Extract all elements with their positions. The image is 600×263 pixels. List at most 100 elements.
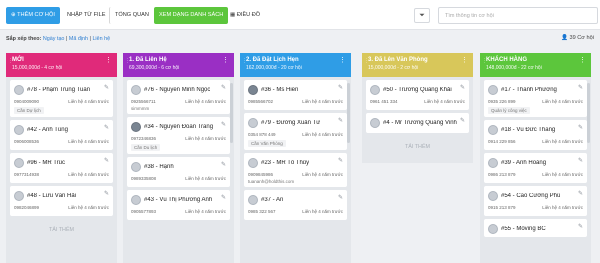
edit-icon[interactable]: ✎ bbox=[104, 157, 109, 164]
card-note: simmmm bbox=[131, 106, 150, 111]
card-phone: 0989335808 bbox=[131, 176, 157, 181]
edit-icon[interactable]: ✎ bbox=[578, 190, 583, 197]
column-menu-icon[interactable]: ⋮ bbox=[105, 57, 112, 64]
edit-icon[interactable]: ✎ bbox=[221, 121, 226, 128]
edit-icon[interactable]: ✎ bbox=[578, 223, 583, 230]
card-phone: 0354 878 449 bbox=[248, 132, 276, 137]
opportunity-card[interactable]: #48 - Lưu Văn Hải ✎ 0982046899 Liên hệ 4 … bbox=[10, 186, 113, 216]
edit-icon[interactable]: ✎ bbox=[460, 117, 465, 124]
card-status: Liên hệ 4 năm trước bbox=[542, 99, 583, 104]
opportunity-card[interactable]: #23 - MR Tô Thủy ✎ 0909845986 Liên hệ 4 n… bbox=[244, 153, 347, 187]
edit-icon[interactable]: ✎ bbox=[338, 194, 343, 201]
opportunity-card[interactable]: #55 - Moving BC ✎ bbox=[484, 219, 587, 237]
sort-by-contact-link[interactable]: Liên hệ bbox=[92, 36, 110, 42]
column-header[interactable]: ⋮ 1. Đã Liên Hệ 69,300,000đ - 6 cơ hội ⋮ bbox=[123, 53, 234, 77]
avatar bbox=[488, 190, 498, 201]
edit-icon[interactable]: ✎ bbox=[578, 84, 583, 91]
add-opportunity-button[interactable]: ⊕ THÊM CƠ HỘI bbox=[6, 7, 60, 24]
column-summary: 162,000,000đ - 20 cơ hội bbox=[246, 65, 302, 71]
opportunity-card[interactable]: #36 - Ms Hiền ✎ 0985566702 Liên hệ 4 năm … bbox=[244, 80, 347, 110]
drag-handle-icon[interactable]: ⋮ bbox=[364, 58, 369, 64]
opportunity-card[interactable]: #42 - Anh Tùng ✎ 0906008536 Liên hệ 4 năm… bbox=[10, 120, 113, 150]
card-status: Liên hệ 4 năm trước bbox=[68, 205, 109, 210]
opportunity-count-text: 39 Cơ hội bbox=[569, 35, 594, 41]
filter-icon[interactable]: ⏷ bbox=[414, 8, 430, 23]
edit-icon[interactable]: ✎ bbox=[104, 124, 109, 131]
card-tag: Cần Du lịch bbox=[131, 144, 161, 151]
column-scrollbar[interactable] bbox=[587, 83, 590, 143]
column-scrollbar[interactable] bbox=[230, 83, 233, 143]
column-header[interactable]: ⋮ KHÁCH HÀNG 148,000,000đ - 22 cơ hội ⋮ bbox=[480, 53, 591, 77]
card-phone: 0985566702 bbox=[248, 99, 274, 104]
drag-handle-icon[interactable]: ⋮ bbox=[8, 58, 13, 64]
card-status: Liên hệ 4 năm trước bbox=[68, 139, 109, 144]
coordinate-button[interactable]: ▦ ĐIỀU ĐỒ bbox=[225, 7, 265, 24]
card-phone: 0986 213 879 bbox=[488, 172, 516, 177]
edit-icon[interactable]: ✎ bbox=[104, 190, 109, 197]
sort-by-code-link[interactable]: Mã định bbox=[69, 36, 88, 42]
edit-icon[interactable]: ✎ bbox=[338, 84, 343, 91]
edit-icon[interactable]: ✎ bbox=[338, 117, 343, 124]
opportunity-card[interactable]: #78 - Phạm Trung Tuấn ✎ 0904009090 Liên h… bbox=[10, 80, 113, 117]
edit-icon[interactable]: ✎ bbox=[221, 161, 226, 168]
search-input[interactable] bbox=[438, 7, 598, 24]
drag-handle-icon[interactable]: ⋮ bbox=[482, 58, 487, 64]
opportunity-card[interactable]: #39 - Anh Hoàng ✎ 0986 213 879 Liên hệ 4 … bbox=[484, 153, 587, 183]
avatar bbox=[14, 190, 24, 201]
opportunity-card[interactable]: #76 - Nguyễn Minh Ngọc ✎ 0925566711 Liên … bbox=[127, 80, 230, 114]
card-name: #48 - Lưu Văn Hải bbox=[27, 192, 77, 199]
column-menu-icon[interactable]: ⋮ bbox=[461, 57, 468, 64]
card-phone: 0915 213 879 bbox=[488, 205, 516, 210]
card-status: Liên hệ 4 năm trước bbox=[68, 172, 109, 177]
opportunity-card[interactable]: #17 - Thanh Phương ✎ 0935 226 899 Liên hệ… bbox=[484, 80, 587, 117]
opportunity-card[interactable]: #79 - Đường Xuân Tư ✎ 0354 878 449 Liên h… bbox=[244, 113, 347, 150]
opportunity-card[interactable]: #4 - Mr Trương Quang Vinh ✎ bbox=[366, 113, 469, 133]
avatar-placeholder-icon bbox=[131, 121, 141, 132]
avatar bbox=[488, 157, 498, 168]
column-header[interactable]: ⋮ MỚI 15,000,000đ - 4 cơ hội ⋮ bbox=[6, 53, 117, 77]
opportunity-card[interactable]: #43 - Vũ Thị Phương Anh ✎ 0905577893 Liên… bbox=[127, 190, 230, 220]
drag-handle-icon[interactable]: ⋮ bbox=[125, 58, 130, 64]
sort-by-date-link[interactable]: Ngày tạo bbox=[43, 36, 65, 42]
edit-icon[interactable]: ✎ bbox=[460, 84, 465, 91]
card-phone: 0909845986 bbox=[248, 172, 274, 177]
column-scrollbar[interactable] bbox=[347, 83, 350, 143]
edit-icon[interactable]: ✎ bbox=[221, 194, 226, 201]
opportunity-card[interactable]: #34 - Nguyễn Đoan Trang ✎ 0972346836 Liên… bbox=[127, 117, 230, 154]
overview-button[interactable]: TỔNG QUAN bbox=[109, 7, 154, 24]
card-name: #42 - Anh Tùng bbox=[27, 126, 68, 133]
edit-icon[interactable]: ✎ bbox=[578, 124, 583, 131]
column-title: MỚI bbox=[12, 57, 24, 63]
column-header[interactable]: ⋮ 2. Đã Đặt Lịch Hẹn 162,000,000đ - 20 c… bbox=[240, 53, 351, 77]
opportunity-card[interactable]: #38 - Hạnh ✎ 0989335808 Liên hệ 4 năm trư… bbox=[127, 157, 230, 187]
view-list-button[interactable]: XEM DẠNG DANH SÁCH bbox=[154, 7, 229, 24]
avatar bbox=[488, 124, 498, 135]
avatar bbox=[370, 117, 380, 128]
column-menu-icon[interactable]: ⋮ bbox=[222, 57, 229, 64]
opportunity-card[interactable]: #50 - Trương Quang Khải ✎ 0961 451 334 Li… bbox=[366, 80, 469, 110]
drag-handle-icon[interactable]: ⋮ bbox=[242, 58, 247, 64]
edit-icon[interactable]: ✎ bbox=[221, 84, 226, 91]
card-status: Liên hệ 4 năm trước bbox=[302, 209, 343, 214]
card-phone: 0904009090 bbox=[14, 99, 40, 104]
column-menu-icon[interactable]: ⋮ bbox=[579, 57, 586, 64]
edit-icon[interactable]: ✎ bbox=[338, 157, 343, 164]
column-summary: 69,300,000đ - 6 cơ hội bbox=[129, 65, 180, 71]
opportunity-card[interactable]: #37 - An ✎ 0985 322 567 Liên hệ 4 năm trư… bbox=[244, 190, 347, 220]
load-more-button[interactable]: TẢI THÊM bbox=[10, 219, 113, 241]
opportunity-card[interactable]: #54 - Cao Cường Phú ✎ 0915 213 879 Liên h… bbox=[484, 186, 587, 216]
import-file-button[interactable]: NHẬP TỪ FILE bbox=[62, 7, 110, 24]
sort-sep-2: | bbox=[89, 36, 91, 42]
opportunity-card[interactable]: #18 - Vũ Đức Thắng ✎ 0914 229 856 Liên hệ… bbox=[484, 120, 587, 150]
avatar bbox=[131, 84, 141, 95]
column-menu-icon[interactable]: ⋮ bbox=[339, 57, 346, 64]
card-phone: 0985 322 567 bbox=[248, 209, 276, 214]
avatar bbox=[14, 84, 24, 95]
column-header[interactable]: ⋮ 3. Đã Lên Văn Phòng 15,000,000đ - 2 cơ… bbox=[362, 53, 473, 77]
edit-icon[interactable]: ✎ bbox=[578, 157, 583, 164]
edit-icon[interactable]: ✎ bbox=[104, 84, 109, 91]
card-name: #76 - Nguyễn Minh Ngọc bbox=[144, 86, 211, 93]
opportunity-card[interactable]: #96 - MR Trúc ✎ 0977314938 Liên hệ 4 năm … bbox=[10, 153, 113, 183]
load-more-button[interactable]: TẢI THÊM bbox=[366, 136, 469, 158]
import-file-label: NHẬP TỪ FILE bbox=[67, 12, 106, 18]
